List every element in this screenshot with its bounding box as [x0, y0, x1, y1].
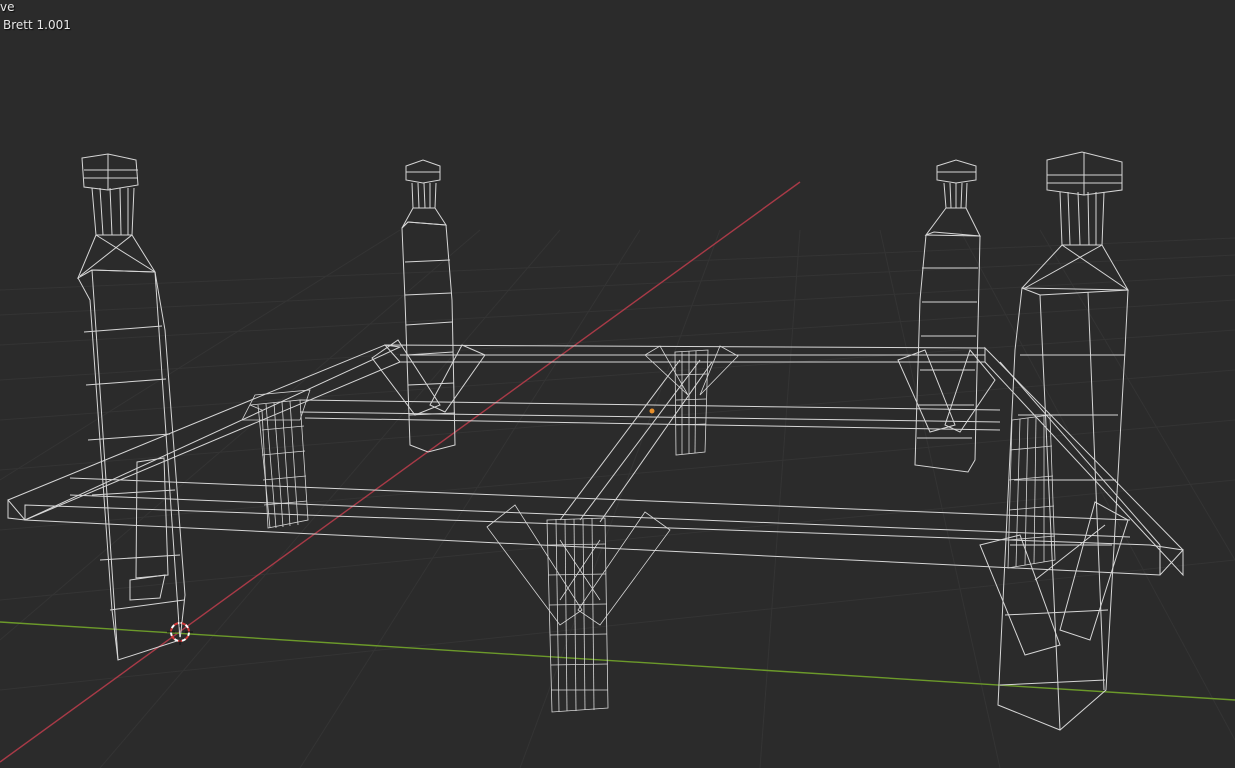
viewport-scene[interactable] — [0, 0, 1235, 768]
frame-rail-back — [383, 344, 986, 363]
viewport-mode-label: ve — [0, 0, 15, 14]
post-front-left — [76, 153, 186, 661]
brace-front — [486, 504, 671, 713]
active-object-label: Brett 1.001 — [3, 18, 71, 32]
object-origin-dot — [649, 408, 655, 414]
3d-viewport[interactable]: ve Brett 1.001 — [0, 0, 1235, 768]
wireframe-mesh[interactable] — [7, 151, 1185, 731]
post-back-left — [371, 159, 486, 453]
frame-rail-left — [7, 344, 402, 521]
x-axis-line — [0, 181, 801, 763]
y-axis-line — [0, 621, 1235, 701]
